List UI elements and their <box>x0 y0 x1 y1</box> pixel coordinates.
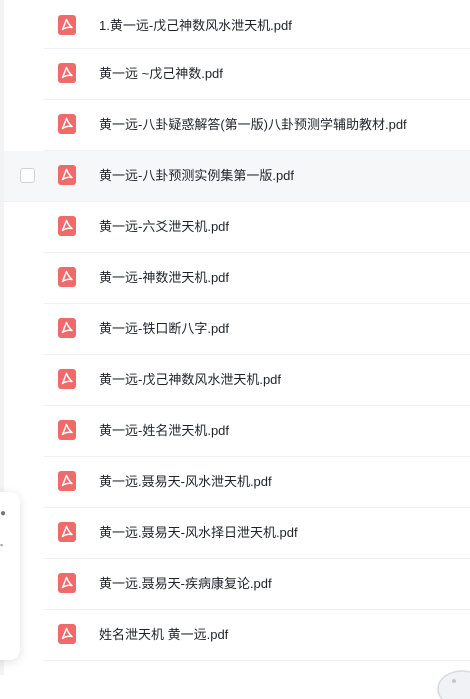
file-row[interactable]: 黄一远-铁口断八字.pdf <box>44 304 470 355</box>
file-name[interactable]: 黄一远.聂易天-风水泄天机.pdf <box>99 474 272 490</box>
file-name[interactable]: 黄一远 ~戊己神数.pdf <box>99 66 223 82</box>
pdf-file-icon <box>58 369 76 389</box>
pdf-file-icon <box>58 318 76 338</box>
pdf-file-icon <box>58 471 76 491</box>
pdf-file-icon <box>58 15 76 35</box>
pdf-file-icon <box>58 573 76 593</box>
file-row[interactable]: 黄一远.聂易天-疾病康复论.pdf <box>44 559 470 610</box>
pdf-file-icon <box>58 267 76 287</box>
file-row[interactable]: 黄一远-八卦预测实例集第一版.pdf <box>4 151 470 202</box>
mascot-decoration-icon <box>437 670 470 699</box>
file-name[interactable]: 黄一远.聂易天-风水择日泄天机.pdf <box>99 525 298 541</box>
file-row[interactable]: 黄一远-六爻泄天机.pdf <box>44 202 470 253</box>
pdf-file-icon <box>58 522 76 542</box>
file-name[interactable]: 黄一远-八卦预测实例集第一版.pdf <box>99 168 294 184</box>
file-row[interactable]: 黄一远-姓名泄天机.pdf <box>44 406 470 457</box>
file-row[interactable]: 黄一远-戊己神数风水泄天机.pdf <box>44 355 470 406</box>
panel-glyph-icon: ▪ <box>0 540 4 550</box>
file-row[interactable]: 黄一远-神数泄天机.pdf <box>44 253 470 304</box>
file-name[interactable]: 黄一远-六爻泄天机.pdf <box>99 219 229 235</box>
pdf-file-icon <box>58 114 76 134</box>
file-list: 1.黄一远-戊己神数风水泄天机.pdf 黄一远 ~戊己神数.pdf 黄一远-八卦疑惑… <box>0 0 470 661</box>
pdf-file-icon <box>58 63 76 83</box>
row-checkbox[interactable] <box>20 168 35 183</box>
file-row[interactable]: 1.黄一远-戊己神数风水泄天机.pdf <box>44 0 470 49</box>
file-name[interactable]: 黄一远-神数泄天机.pdf <box>99 270 229 286</box>
file-name[interactable]: 黄一远-戊己神数风水泄天机.pdf <box>99 372 281 388</box>
panel-glyph-icon: ● <box>0 508 7 519</box>
file-name[interactable]: 黄一远-姓名泄天机.pdf <box>99 423 229 439</box>
file-name[interactable]: 黄一远-八卦疑惑解答(第一版)八卦预测学辅助教材.pdf <box>99 117 407 133</box>
file-row[interactable]: 黄一远.聂易天-风水泄天机.pdf <box>44 457 470 508</box>
pdf-file-icon <box>58 165 76 185</box>
file-row[interactable]: 姓名泄天机 黄一远.pdf <box>44 610 470 661</box>
file-name[interactable]: 1.黄一远-戊己神数风水泄天机.pdf <box>99 18 292 34</box>
file-name[interactable]: 姓名泄天机 黄一远.pdf <box>99 627 228 643</box>
side-floating-panel[interactable]: ● ▪ <box>0 492 20 660</box>
pdf-file-icon <box>58 420 76 440</box>
file-row[interactable]: 黄一远.聂易天-风水择日泄天机.pdf <box>44 508 470 559</box>
file-row[interactable]: 黄一远-八卦疑惑解答(第一版)八卦预测学辅助教材.pdf <box>44 100 470 151</box>
file-name[interactable]: 黄一远-铁口断八字.pdf <box>99 321 229 337</box>
file-row[interactable]: 黄一远 ~戊己神数.pdf <box>44 49 470 100</box>
pdf-file-icon <box>58 216 76 236</box>
file-name[interactable]: 黄一远.聂易天-疾病康复论.pdf <box>99 576 272 592</box>
pdf-file-icon <box>58 624 76 644</box>
